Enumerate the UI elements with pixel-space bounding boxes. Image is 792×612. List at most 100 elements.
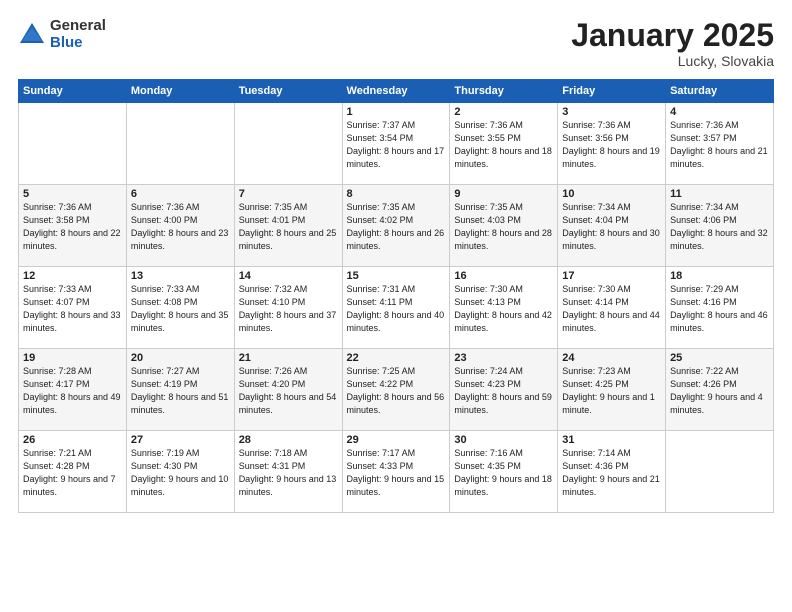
col-monday: Monday <box>126 80 234 103</box>
day-info: Sunrise: 7:30 AM Sunset: 4:14 PM Dayligh… <box>562 283 661 335</box>
day-info: Sunrise: 7:16 AM Sunset: 4:35 PM Dayligh… <box>454 447 553 499</box>
calendar-week-4: 26Sunrise: 7:21 AM Sunset: 4:28 PM Dayli… <box>19 431 774 513</box>
day-number: 31 <box>562 434 661 446</box>
calendar-table: Sunday Monday Tuesday Wednesday Thursday… <box>18 79 774 513</box>
day-info: Sunrise: 7:34 AM Sunset: 4:04 PM Dayligh… <box>562 201 661 253</box>
day-info: Sunrise: 7:31 AM Sunset: 4:11 PM Dayligh… <box>347 283 446 335</box>
day-number: 1 <box>347 106 446 118</box>
day-info: Sunrise: 7:36 AM Sunset: 3:55 PM Dayligh… <box>454 119 553 171</box>
day-number: 9 <box>454 188 553 200</box>
calendar-week-2: 12Sunrise: 7:33 AM Sunset: 4:07 PM Dayli… <box>19 267 774 349</box>
calendar-header-row: Sunday Monday Tuesday Wednesday Thursday… <box>19 80 774 103</box>
col-thursday: Thursday <box>450 80 558 103</box>
calendar-cell: 30Sunrise: 7:16 AM Sunset: 4:35 PM Dayli… <box>450 431 558 513</box>
day-number: 21 <box>239 352 338 364</box>
day-info: Sunrise: 7:36 AM Sunset: 4:00 PM Dayligh… <box>131 201 230 253</box>
day-number: 24 <box>562 352 661 364</box>
title-block: January 2025 Lucky, Slovakia <box>571 18 774 69</box>
calendar-title: January 2025 <box>571 18 774 53</box>
day-number: 25 <box>670 352 769 364</box>
col-wednesday: Wednesday <box>342 80 450 103</box>
day-info: Sunrise: 7:21 AM Sunset: 4:28 PM Dayligh… <box>23 447 122 499</box>
calendar-cell: 5Sunrise: 7:36 AM Sunset: 3:58 PM Daylig… <box>19 185 127 267</box>
calendar-cell: 26Sunrise: 7:21 AM Sunset: 4:28 PM Dayli… <box>19 431 127 513</box>
calendar-cell: 14Sunrise: 7:32 AM Sunset: 4:10 PM Dayli… <box>234 267 342 349</box>
day-number: 11 <box>670 188 769 200</box>
day-info: Sunrise: 7:26 AM Sunset: 4:20 PM Dayligh… <box>239 365 338 417</box>
day-info: Sunrise: 7:30 AM Sunset: 4:13 PM Dayligh… <box>454 283 553 335</box>
day-info: Sunrise: 7:32 AM Sunset: 4:10 PM Dayligh… <box>239 283 338 335</box>
day-info: Sunrise: 7:29 AM Sunset: 4:16 PM Dayligh… <box>670 283 769 335</box>
calendar-cell: 20Sunrise: 7:27 AM Sunset: 4:19 PM Dayli… <box>126 349 234 431</box>
day-info: Sunrise: 7:27 AM Sunset: 4:19 PM Dayligh… <box>131 365 230 417</box>
day-info: Sunrise: 7:28 AM Sunset: 4:17 PM Dayligh… <box>23 365 122 417</box>
col-friday: Friday <box>558 80 666 103</box>
day-info: Sunrise: 7:24 AM Sunset: 4:23 PM Dayligh… <box>454 365 553 417</box>
day-number: 28 <box>239 434 338 446</box>
day-number: 30 <box>454 434 553 446</box>
calendar-cell <box>234 103 342 185</box>
day-number: 10 <box>562 188 661 200</box>
calendar-cell: 2Sunrise: 7:36 AM Sunset: 3:55 PM Daylig… <box>450 103 558 185</box>
day-info: Sunrise: 7:35 AM Sunset: 4:03 PM Dayligh… <box>454 201 553 253</box>
calendar-cell: 27Sunrise: 7:19 AM Sunset: 4:30 PM Dayli… <box>126 431 234 513</box>
calendar-cell: 23Sunrise: 7:24 AM Sunset: 4:23 PM Dayli… <box>450 349 558 431</box>
calendar-week-3: 19Sunrise: 7:28 AM Sunset: 4:17 PM Dayli… <box>19 349 774 431</box>
calendar-cell: 9Sunrise: 7:35 AM Sunset: 4:03 PM Daylig… <box>450 185 558 267</box>
calendar-cell: 3Sunrise: 7:36 AM Sunset: 3:56 PM Daylig… <box>558 103 666 185</box>
day-number: 2 <box>454 106 553 118</box>
day-number: 18 <box>670 270 769 282</box>
logo-general-label: General <box>50 18 106 35</box>
day-number: 19 <box>23 352 122 364</box>
calendar-cell: 24Sunrise: 7:23 AM Sunset: 4:25 PM Dayli… <box>558 349 666 431</box>
day-info: Sunrise: 7:23 AM Sunset: 4:25 PM Dayligh… <box>562 365 661 417</box>
day-info: Sunrise: 7:35 AM Sunset: 4:01 PM Dayligh… <box>239 201 338 253</box>
calendar-cell: 11Sunrise: 7:34 AM Sunset: 4:06 PM Dayli… <box>666 185 774 267</box>
header: General Blue January 2025 Lucky, Slovaki… <box>18 18 774 69</box>
day-number: 16 <box>454 270 553 282</box>
day-number: 6 <box>131 188 230 200</box>
day-number: 7 <box>239 188 338 200</box>
day-info: Sunrise: 7:36 AM Sunset: 3:57 PM Dayligh… <box>670 119 769 171</box>
logo-blue-label: Blue <box>50 35 106 52</box>
day-number: 29 <box>347 434 446 446</box>
day-number: 3 <box>562 106 661 118</box>
day-info: Sunrise: 7:22 AM Sunset: 4:26 PM Dayligh… <box>670 365 769 417</box>
calendar-week-1: 5Sunrise: 7:36 AM Sunset: 3:58 PM Daylig… <box>19 185 774 267</box>
calendar-cell: 15Sunrise: 7:31 AM Sunset: 4:11 PM Dayli… <box>342 267 450 349</box>
calendar-cell: 16Sunrise: 7:30 AM Sunset: 4:13 PM Dayli… <box>450 267 558 349</box>
day-info: Sunrise: 7:36 AM Sunset: 3:58 PM Dayligh… <box>23 201 122 253</box>
calendar-cell: 6Sunrise: 7:36 AM Sunset: 4:00 PM Daylig… <box>126 185 234 267</box>
day-info: Sunrise: 7:25 AM Sunset: 4:22 PM Dayligh… <box>347 365 446 417</box>
day-info: Sunrise: 7:14 AM Sunset: 4:36 PM Dayligh… <box>562 447 661 499</box>
day-info: Sunrise: 7:34 AM Sunset: 4:06 PM Dayligh… <box>670 201 769 253</box>
calendar-cell: 22Sunrise: 7:25 AM Sunset: 4:22 PM Dayli… <box>342 349 450 431</box>
day-number: 14 <box>239 270 338 282</box>
calendar-cell: 21Sunrise: 7:26 AM Sunset: 4:20 PM Dayli… <box>234 349 342 431</box>
day-number: 15 <box>347 270 446 282</box>
day-number: 23 <box>454 352 553 364</box>
calendar-cell <box>666 431 774 513</box>
day-number: 20 <box>131 352 230 364</box>
calendar-cell <box>19 103 127 185</box>
day-number: 5 <box>23 188 122 200</box>
calendar-cell: 18Sunrise: 7:29 AM Sunset: 4:16 PM Dayli… <box>666 267 774 349</box>
logo-text: General Blue <box>50 18 106 51</box>
day-number: 27 <box>131 434 230 446</box>
calendar-cell: 8Sunrise: 7:35 AM Sunset: 4:02 PM Daylig… <box>342 185 450 267</box>
calendar-cell: 31Sunrise: 7:14 AM Sunset: 4:36 PM Dayli… <box>558 431 666 513</box>
col-tuesday: Tuesday <box>234 80 342 103</box>
calendar-cell: 28Sunrise: 7:18 AM Sunset: 4:31 PM Dayli… <box>234 431 342 513</box>
day-info: Sunrise: 7:37 AM Sunset: 3:54 PM Dayligh… <box>347 119 446 171</box>
day-info: Sunrise: 7:36 AM Sunset: 3:56 PM Dayligh… <box>562 119 661 171</box>
logo-icon <box>18 21 46 49</box>
calendar-cell: 7Sunrise: 7:35 AM Sunset: 4:01 PM Daylig… <box>234 185 342 267</box>
day-number: 17 <box>562 270 661 282</box>
day-info: Sunrise: 7:33 AM Sunset: 4:07 PM Dayligh… <box>23 283 122 335</box>
calendar-cell: 12Sunrise: 7:33 AM Sunset: 4:07 PM Dayli… <box>19 267 127 349</box>
calendar-location: Lucky, Slovakia <box>571 53 774 69</box>
day-info: Sunrise: 7:19 AM Sunset: 4:30 PM Dayligh… <box>131 447 230 499</box>
calendar-cell: 25Sunrise: 7:22 AM Sunset: 4:26 PM Dayli… <box>666 349 774 431</box>
day-number: 26 <box>23 434 122 446</box>
day-info: Sunrise: 7:17 AM Sunset: 4:33 PM Dayligh… <box>347 447 446 499</box>
